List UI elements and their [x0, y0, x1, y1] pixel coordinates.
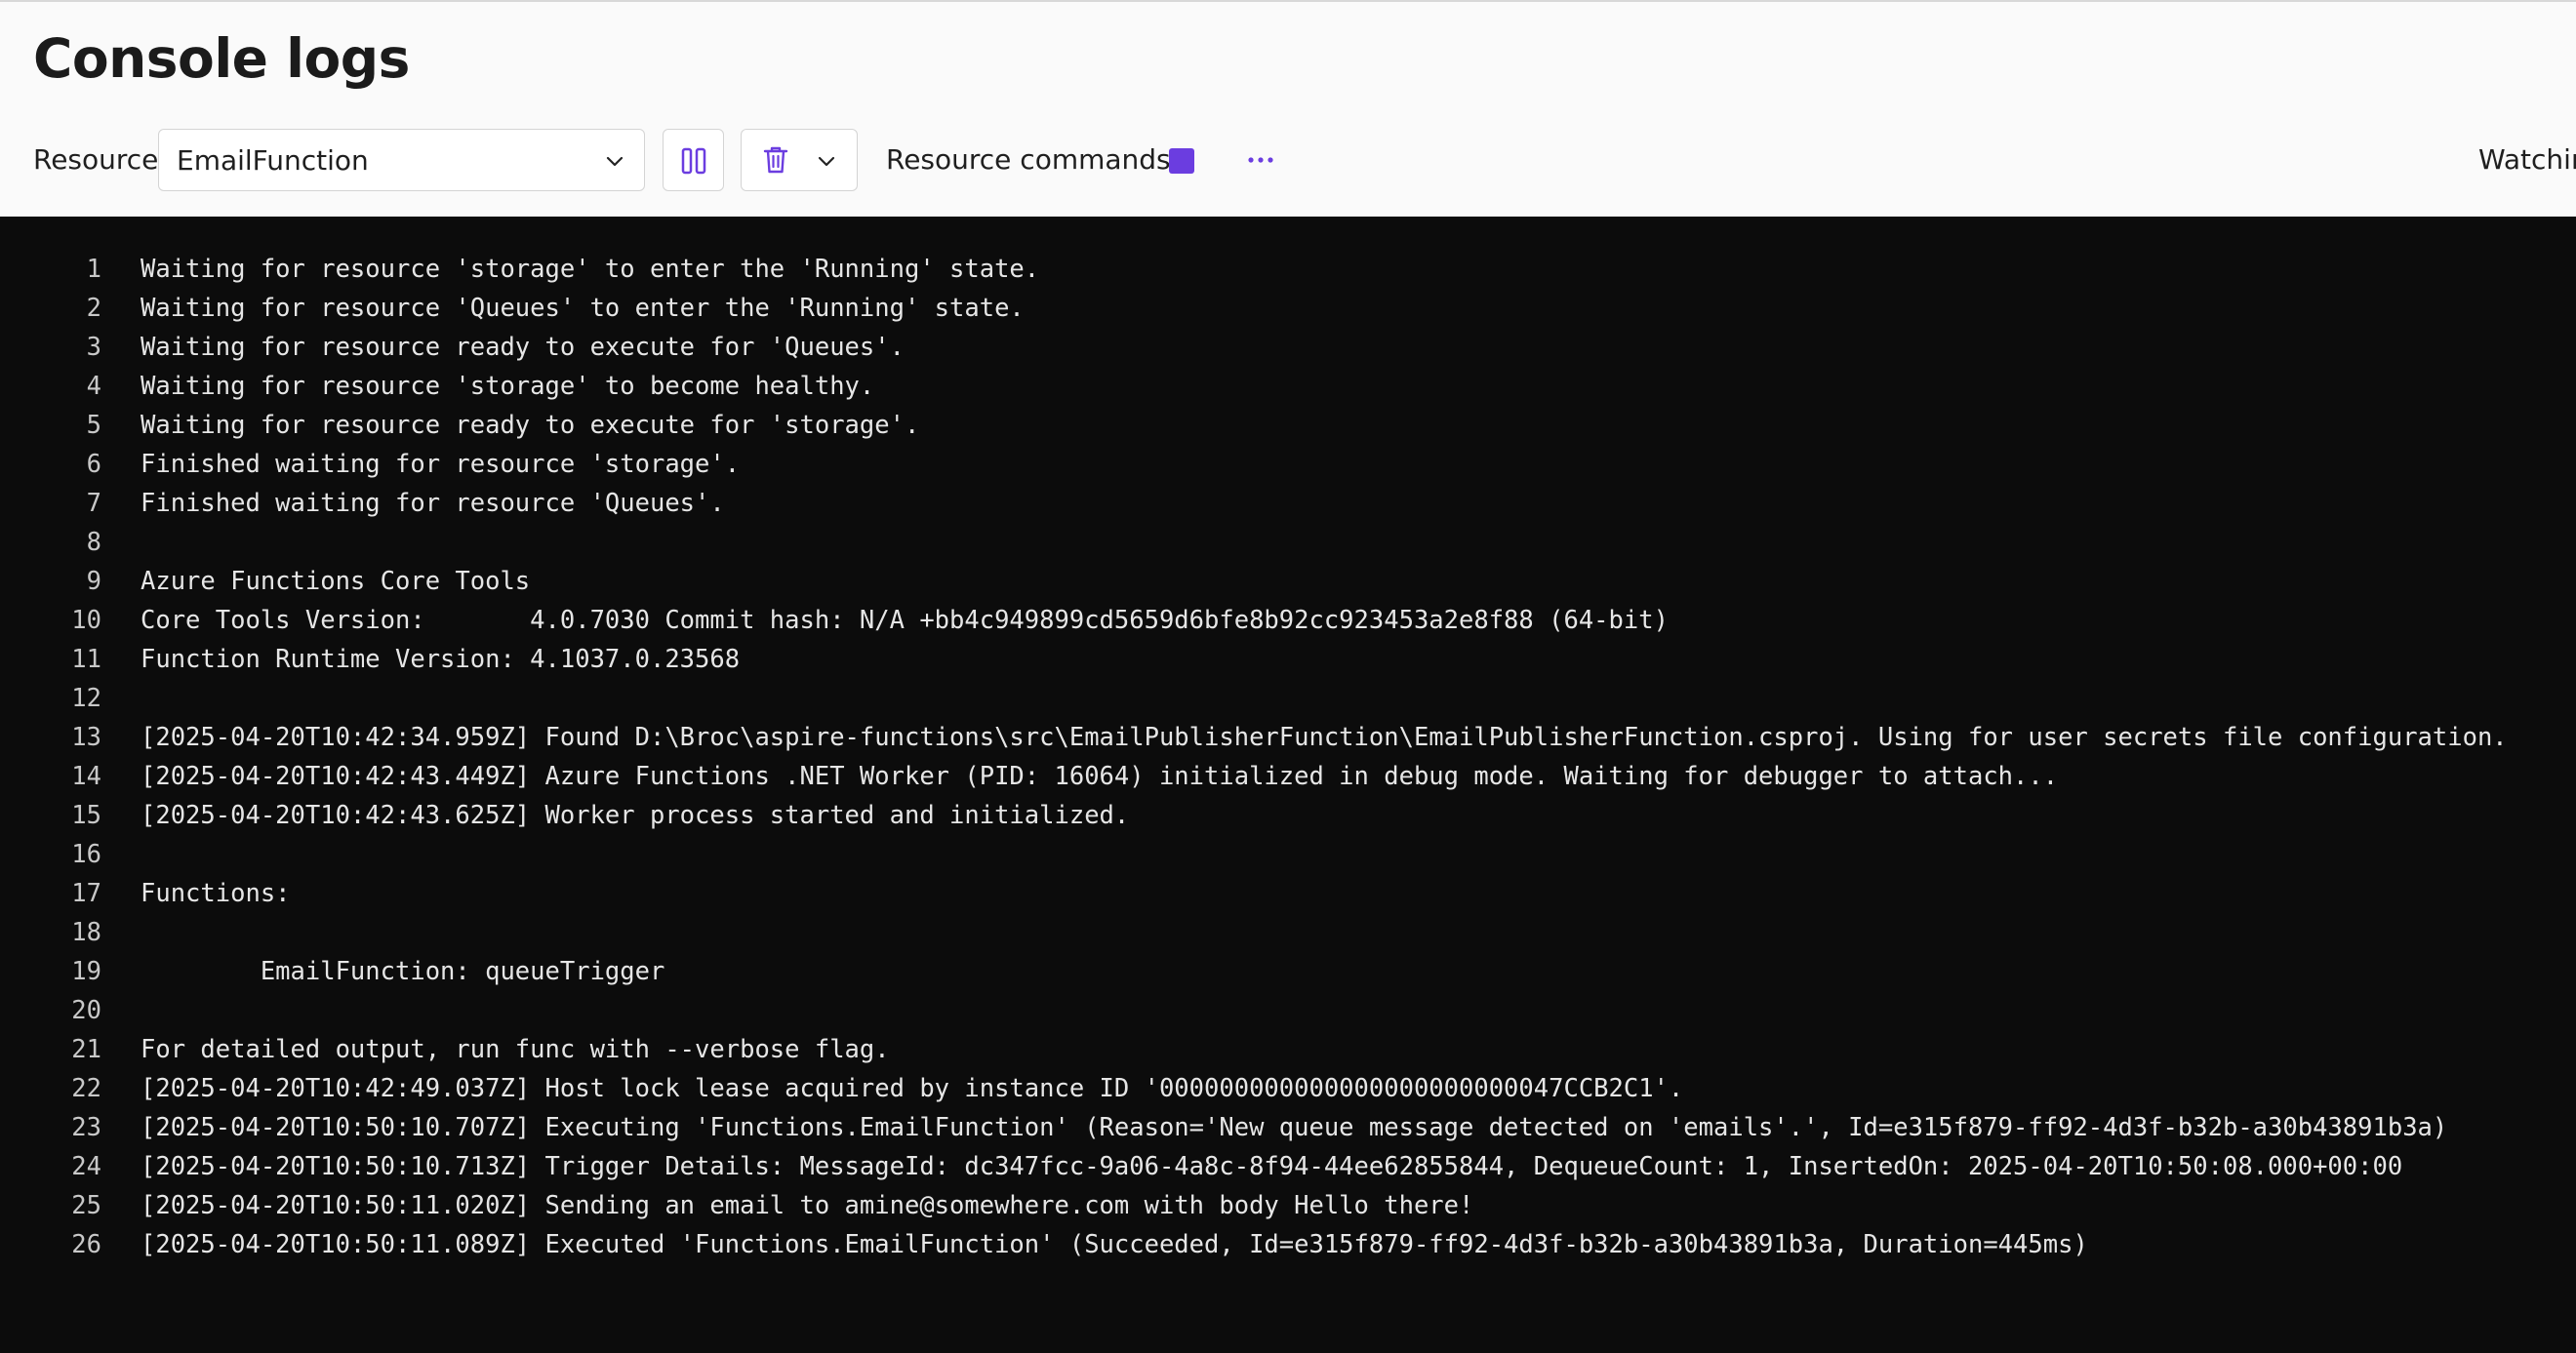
log-lines: 1 Waiting for resource 'storage' to enter… — [0, 250, 2576, 1264]
log-line-number: 10 — [71, 606, 101, 635]
log-line-number: 4 — [86, 372, 101, 401]
log-line-number: 13 — [71, 723, 101, 752]
log-line-number: 22 — [71, 1074, 101, 1103]
pause-icon — [681, 147, 706, 175]
log-line: 18 — [0, 913, 2576, 952]
log-line: 22 [2025-04-20T10:42:49.037Z] Host lock l… — [0, 1069, 2576, 1108]
log-line: 11 Function Runtime Version: 4.1037.0.235… — [0, 640, 2576, 679]
log-line-number: 21 — [71, 1035, 101, 1064]
log-line-text: Waiting for resource 'storage' to enter … — [141, 255, 1040, 284]
log-line-number: 1 — [86, 255, 101, 284]
log-line-number: 5 — [86, 411, 101, 440]
log-line: 4 Waiting for resource 'storage' to becom… — [0, 367, 2576, 406]
log-line: 6 Finished waiting for resource 'storage'… — [0, 445, 2576, 484]
resource-select-value: EmailFunction — [177, 144, 369, 177]
more-horizontal-icon — [1248, 157, 1273, 163]
toolbar: Resource EmailFunction Resource commands… — [0, 129, 2576, 191]
log-line-text: Azure Functions Core Tools — [141, 567, 531, 596]
log-line-number: 3 — [86, 333, 101, 362]
log-line-text: [2025-04-20T10:42:43.449Z] Azure Functio… — [141, 762, 2059, 791]
log-line-number: 12 — [71, 684, 101, 713]
log-line: 8 — [0, 523, 2576, 562]
log-line-text: Waiting for resource ready to execute fo… — [141, 411, 920, 440]
log-line-text: Waiting for resource ready to execute fo… — [141, 333, 905, 362]
log-line-text: Finished waiting for resource 'Queues'. — [141, 489, 725, 518]
log-line-number: 17 — [71, 879, 101, 908]
log-line-text: Function Runtime Version: 4.1037.0.23568 — [141, 645, 741, 674]
more-commands-button[interactable] — [1243, 142, 1278, 178]
log-line-number: 26 — [71, 1230, 101, 1259]
log-line: 5 Waiting for resource ready to execute f… — [0, 406, 2576, 445]
log-line-text: For detailed output, run func with --ver… — [141, 1035, 890, 1064]
clear-logs-button[interactable] — [741, 129, 858, 191]
log-line: 25 [2025-04-20T10:50:11.020Z] Sending an … — [0, 1186, 2576, 1225]
log-line-text: [2025-04-20T10:42:43.625Z] Worker proces… — [141, 801, 1130, 830]
log-line: 10 Core Tools Version: 4.0.7030 Commit ha… — [0, 601, 2576, 640]
log-line: 17 Functions: — [0, 874, 2576, 913]
log-line-number: 2 — [86, 294, 101, 323]
log-line-number: 25 — [71, 1191, 101, 1220]
log-line: 1 Waiting for resource 'storage' to enter… — [0, 250, 2576, 289]
log-line: 23 [2025-04-20T10:50:10.707Z] Executing '… — [0, 1108, 2576, 1147]
console-log-viewer[interactable]: 1 Waiting for resource 'storage' to enter… — [0, 217, 2576, 1353]
page-title: Console logs — [33, 27, 410, 90]
resource-commands-label: Resource commands — [886, 143, 1171, 176]
log-line: 14 [2025-04-20T10:42:43.449Z] Azure Funct… — [0, 757, 2576, 796]
log-line-number: 6 — [86, 450, 101, 479]
log-line-number: 11 — [71, 645, 101, 674]
log-line-text: [2025-04-20T10:50:11.020Z] Sending an em… — [141, 1191, 1474, 1220]
log-line-number: 9 — [86, 567, 101, 596]
log-line-text: EmailFunction: queueTrigger — [141, 957, 665, 986]
log-line-text: [2025-04-20T10:42:49.037Z] Host lock lea… — [141, 1074, 1684, 1103]
log-line-text: Functions: — [141, 879, 291, 908]
log-line-text: Waiting for resource 'Queues' to enter t… — [141, 294, 1025, 323]
log-line: 26 [2025-04-20T10:50:11.089Z] Executed 'F… — [0, 1225, 2576, 1264]
log-line-text: [2025-04-20T10:50:10.707Z] Executing 'Fu… — [141, 1113, 2448, 1142]
log-line: 2 Waiting for resource 'Queues' to enter … — [0, 289, 2576, 328]
chevron-down-icon[interactable] — [815, 149, 838, 173]
stop-command-button[interactable] — [1167, 146, 1196, 176]
log-line-number: 14 — [71, 762, 101, 791]
log-line-number: 18 — [71, 918, 101, 947]
log-line: 7 Finished waiting for resource 'Queues'. — [0, 484, 2576, 523]
resource-label: Resource — [33, 143, 159, 176]
log-line-number: 24 — [71, 1152, 101, 1181]
log-line-number: 7 — [86, 489, 101, 518]
log-line-number: 8 — [86, 528, 101, 557]
log-line-text: Finished waiting for resource 'storage'. — [141, 450, 741, 479]
log-line: 16 — [0, 835, 2576, 874]
log-line: 24 [2025-04-20T10:50:10.713Z] Trigger Det… — [0, 1147, 2576, 1186]
log-line: 9 Azure Functions Core Tools — [0, 562, 2576, 601]
log-line-text: Core Tools Version: 4.0.7030 Commit hash… — [141, 606, 1669, 635]
log-line-text: Waiting for resource 'storage' to become… — [141, 372, 875, 401]
log-line-text: [2025-04-20T10:50:11.089Z] Executed 'Fun… — [141, 1230, 2088, 1259]
log-line: 12 — [0, 679, 2576, 718]
log-line-text: [2025-04-20T10:42:34.959Z] Found D:\Broc… — [141, 723, 2508, 752]
watching-status: Watchin — [2478, 143, 2576, 176]
log-line-number: 15 — [71, 801, 101, 830]
log-line: 21 For detailed output, run func with --v… — [0, 1030, 2576, 1069]
log-line-number: 23 — [71, 1113, 101, 1142]
stop-icon — [1169, 148, 1194, 174]
log-line: 13 [2025-04-20T10:42:34.959Z] Found D:\Br… — [0, 718, 2576, 757]
trash-icon — [763, 146, 788, 174]
resource-select[interactable]: EmailFunction — [158, 129, 645, 191]
chevron-down-icon — [606, 156, 624, 167]
log-line-text: [2025-04-20T10:50:10.713Z] Trigger Detai… — [141, 1152, 2403, 1181]
log-line-number: 20 — [71, 996, 101, 1025]
log-line-number: 16 — [71, 840, 101, 869]
log-line: 15 [2025-04-20T10:42:43.625Z] Worker proc… — [0, 796, 2576, 835]
log-line: 3 Waiting for resource ready to execute f… — [0, 328, 2576, 367]
log-line: 20 — [0, 991, 2576, 1030]
page-header: Console logs Resource EmailFunction Reso… — [0, 0, 2576, 217]
log-line: 19 EmailFunction: queueTrigger — [0, 952, 2576, 991]
log-line-number: 19 — [71, 957, 101, 986]
pause-button[interactable] — [663, 129, 724, 191]
